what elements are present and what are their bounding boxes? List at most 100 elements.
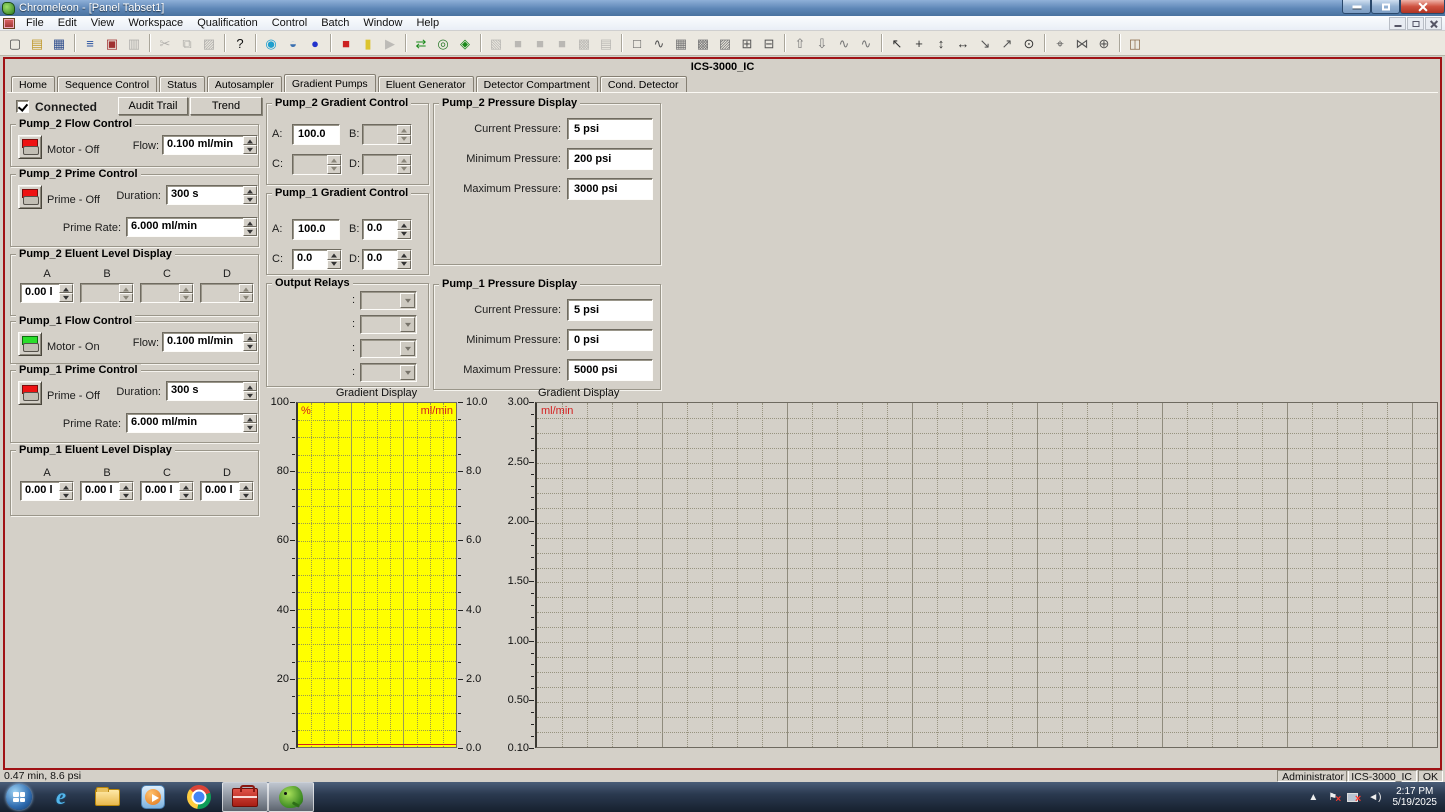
pump1-eluent-b-spinner[interactable]: 0.00 l [80, 481, 134, 501]
pump2-flow-spinner[interactable]: 0.100 ml/min [162, 135, 258, 155]
audit-trail-button[interactable]: Audit Trail [118, 97, 188, 115]
zoom-icon[interactable]: ⊙ [1019, 33, 1039, 53]
pump2-motor-button[interactable] [18, 135, 42, 159]
peaks-1-icon[interactable]: ∿ [834, 33, 854, 53]
menu-file[interactable]: File [19, 16, 51, 30]
pump1-flow-spinner[interactable]: 0.100 ml/min [162, 332, 258, 352]
pump2-gradient-a-field[interactable]: 100.0 [292, 124, 340, 145]
hold-icon[interactable]: ▮ [358, 33, 378, 53]
menu-workspace[interactable]: Workspace [121, 16, 190, 30]
transfer-icon[interactable]: ⇄ [411, 33, 431, 53]
connected-checkbox[interactable] [16, 100, 29, 113]
vial-up-icon[interactable]: ⇧ [790, 33, 810, 53]
pump1-gradient-c-spinner[interactable]: 0.0 [292, 249, 342, 270]
mdi-minimize-button[interactable] [1389, 17, 1406, 30]
pump1-eluent-d-spinner[interactable]: 0.00 l [200, 481, 254, 501]
trend-button[interactable]: Trend [190, 97, 262, 115]
menu-window[interactable]: Window [356, 16, 409, 30]
spinner-buttons[interactable] [243, 186, 257, 204]
pump2-duration-spinner[interactable]: 300 s [166, 185, 258, 205]
pump1-prime-button[interactable] [18, 381, 42, 405]
spinner-buttons[interactable] [59, 482, 73, 500]
table-2-icon[interactable]: ⊟ [759, 33, 779, 53]
tab-sequence-control[interactable]: Sequence Control [57, 76, 157, 92]
peaks-2-icon[interactable]: ∿ [856, 33, 876, 53]
spinner-buttons[interactable] [243, 218, 257, 236]
panel-grid-icon[interactable]: ▣ [102, 33, 122, 53]
speaker-icon[interactable]: ◄) [1368, 792, 1381, 803]
move-icon[interactable]: + [909, 33, 929, 53]
spinner-buttons[interactable] [59, 284, 73, 302]
menu-help[interactable]: Help [409, 16, 446, 30]
pump1-motor-button[interactable] [18, 332, 42, 356]
flask-icon[interactable]: ◒ [283, 33, 303, 53]
spinner-buttons[interactable] [243, 333, 257, 351]
vial-down-icon[interactable]: ⇩ [812, 33, 832, 53]
pump1-gradient-b-spinner[interactable]: 0.0 [362, 219, 412, 240]
taskbar-clock[interactable]: 2:17 PM 5/19/2025 [1393, 786, 1438, 808]
mdi-close-button[interactable] [1425, 17, 1442, 30]
tab-status[interactable]: Status [159, 76, 205, 92]
move-vertical-icon[interactable]: ↕ [931, 33, 951, 53]
window-icon[interactable]: □ [627, 33, 647, 53]
menu-batch[interactable]: Batch [314, 16, 356, 30]
pump2-prime-rate-spinner[interactable]: 6.000 ml/min [126, 217, 258, 237]
chromatogram-icon[interactable]: ∿ [649, 33, 669, 53]
pin-icon[interactable]: ⌖ [1050, 33, 1070, 53]
spinner-buttons[interactable] [397, 220, 411, 239]
menu-view[interactable]: View [84, 16, 122, 30]
sequence-list-icon[interactable]: ≡ [80, 33, 100, 53]
select-curve-icon[interactable]: ↗ [997, 33, 1017, 53]
pointer-icon[interactable]: ↖ [887, 33, 907, 53]
spinner-buttons[interactable] [239, 482, 253, 500]
tab-home[interactable]: Home [11, 76, 55, 92]
taskbar-chromeleon[interactable] [268, 782, 314, 812]
spinner-buttons[interactable] [397, 250, 411, 269]
pump1-eluent-c-spinner[interactable]: 0.00 l [140, 481, 194, 501]
taskbar-file-explorer[interactable] [84, 782, 130, 812]
select-point-icon[interactable]: ↘ [975, 33, 995, 53]
tab-eluent-generator[interactable]: Eluent Generator [378, 76, 474, 92]
taskbar-media-player[interactable] [130, 782, 176, 812]
spinner-buttons[interactable] [119, 482, 133, 500]
restore-button[interactable] [1371, 0, 1400, 14]
virtual-channel-icon[interactable]: ◈ [455, 33, 475, 53]
monitor-icon[interactable]: ◎ [433, 33, 453, 53]
pump1-duration-spinner[interactable]: 300 s [166, 381, 258, 401]
minimize-button[interactable] [1342, 0, 1371, 14]
spinner-buttons[interactable] [327, 250, 341, 269]
tab-autosampler[interactable]: Autosampler [207, 76, 282, 92]
tab-detector-compartment[interactable]: Detector Compartment [476, 76, 598, 92]
pump2-prime-button[interactable] [18, 185, 42, 209]
tab-gradient-pumps[interactable]: Gradient Pumps [284, 74, 376, 92]
move-horizontal-icon[interactable]: ↔ [953, 33, 973, 53]
taskbar-chrome[interactable] [176, 782, 222, 812]
pump1-eluent-a-spinner[interactable]: 0.00 l [20, 481, 74, 501]
graph-icon[interactable]: ⋈ [1072, 33, 1092, 53]
spinner-buttons[interactable] [243, 414, 257, 432]
pump2-eluent-a-spinner[interactable]: 0.00 l [20, 283, 74, 303]
open-folder-icon[interactable]: ▤ [27, 33, 47, 53]
grid-1-icon[interactable]: ▦ [671, 33, 691, 53]
search-window-icon[interactable]: ⊕ [1094, 33, 1114, 53]
exit-icon[interactable]: ◫ [1125, 33, 1145, 53]
network-icon[interactable]: × [1347, 793, 1358, 802]
menu-qualification[interactable]: Qualification [190, 16, 265, 30]
help-pointer-icon[interactable]: ? [230, 33, 250, 53]
pump1-prime-rate-spinner[interactable]: 6.000 ml/min [126, 413, 258, 433]
start-button[interactable] [0, 782, 38, 812]
table-1-icon[interactable]: ⊞ [737, 33, 757, 53]
mdi-restore-button[interactable] [1407, 17, 1424, 30]
grid-3-icon[interactable]: ▨ [715, 33, 735, 53]
record-icon[interactable]: ● [305, 33, 325, 53]
pump1-gradient-d-spinner[interactable]: 0.0 [362, 249, 412, 270]
pump1-gradient-a-field[interactable]: 100.0 [292, 219, 340, 240]
taskbar-internet-explorer[interactable]: e [38, 782, 84, 812]
close-button[interactable] [1400, 0, 1445, 14]
show-hidden-icons-button[interactable]: ▲ [1308, 792, 1318, 803]
action-center-flag-icon[interactable]: ⚑× [1328, 792, 1337, 803]
taskbar-instrument-toolbox[interactable] [222, 782, 268, 812]
spinner-buttons[interactable] [179, 482, 193, 500]
menu-control[interactable]: Control [265, 16, 314, 30]
droplet-icon[interactable]: ◉ [261, 33, 281, 53]
